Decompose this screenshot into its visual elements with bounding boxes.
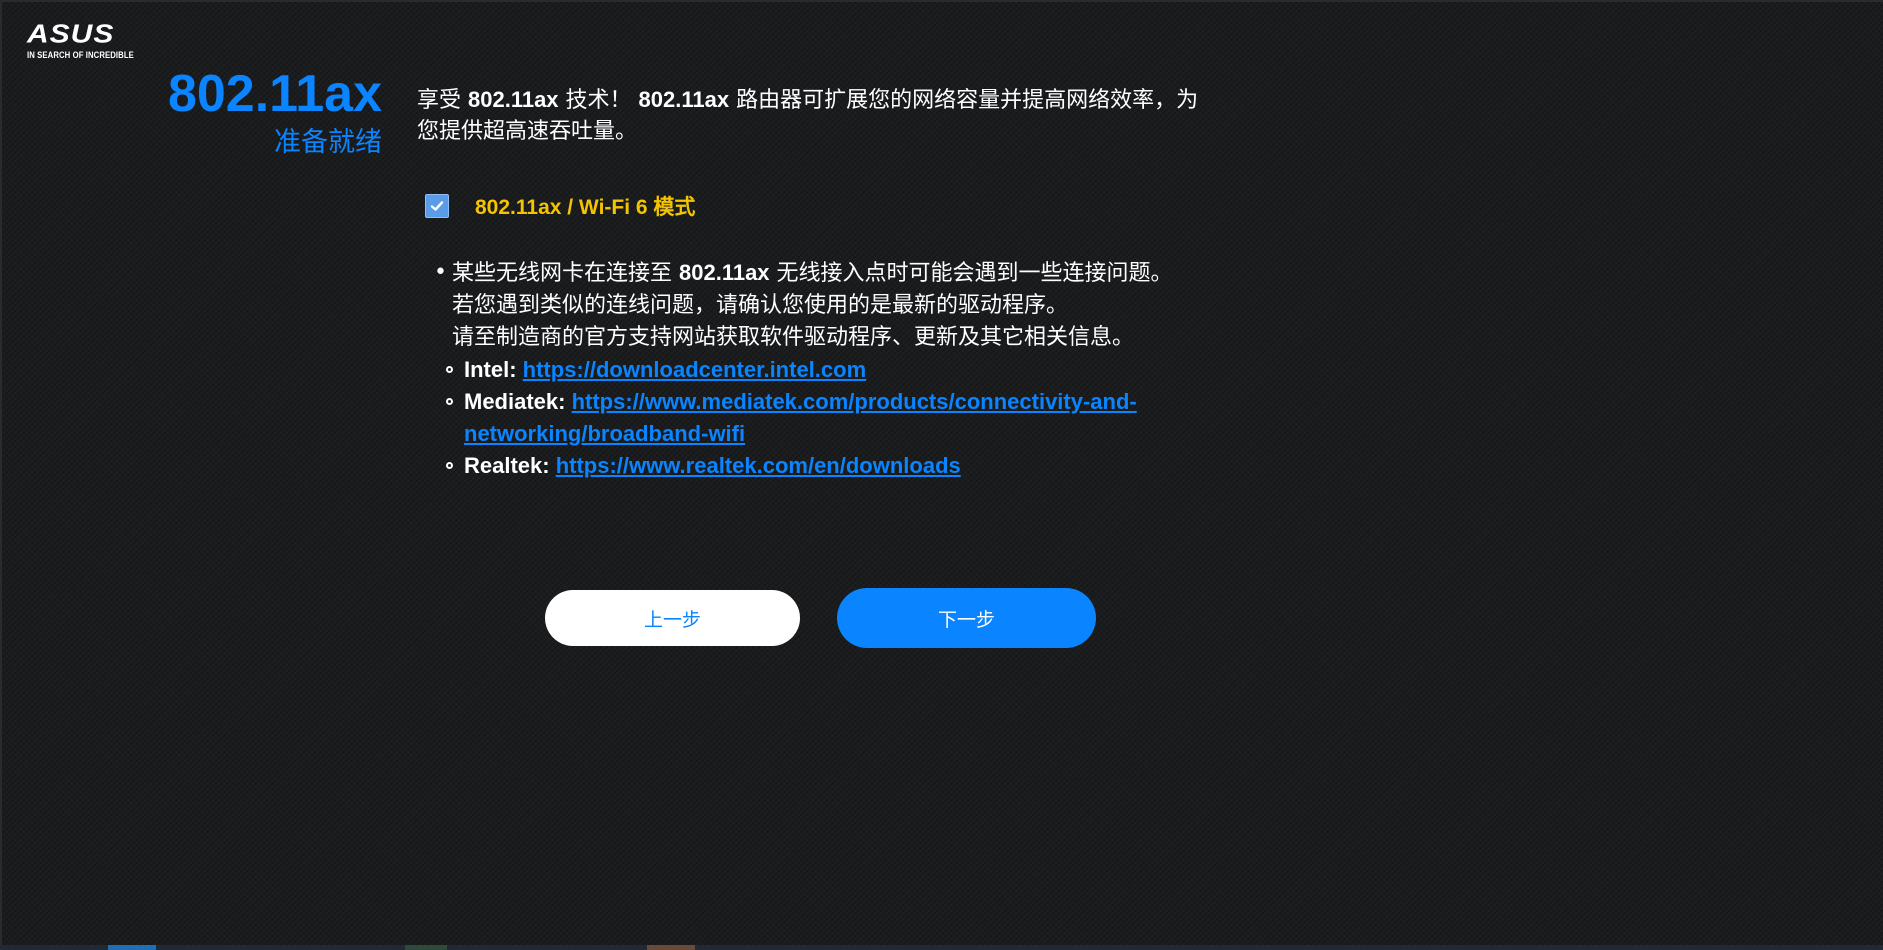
- intro-text: 享受 802.11ax 技术！ 802.11ax 路由器可扩展您的网络容量并提高…: [417, 84, 1207, 147]
- title-block: 802.11ax 准备就绪: [168, 66, 382, 160]
- vendor-item-realtek: Realtek: https://www.realtek.com/en/down…: [446, 450, 1192, 482]
- next-step-button[interactable]: 下一步: [837, 588, 1096, 648]
- taskbar-strip: [0, 945, 1883, 950]
- note-line-1-text-a: 某些无线网卡在连接至: [452, 261, 679, 286]
- page-subtitle: 准备就绪: [274, 127, 382, 158]
- intro-section: 享受 802.11ax 技术！ 802.11ax 路由器可扩展您的网络容量并提高…: [417, 84, 1207, 147]
- intro-text-bold1: 802.11ax: [468, 87, 559, 112]
- vendor-name: Intel:: [464, 357, 523, 382]
- compatibility-notes: • 某些无线网卡在连接至 802.11ax 无线接入点时可能会遇到一些连接问题。…: [432, 257, 1212, 482]
- wifi6-mode-label[interactable]: 802.11ax / Wi-Fi 6 模式: [475, 191, 695, 221]
- intro-text-part1: 享受: [417, 88, 468, 113]
- vendor-list: Intel: https://downloadcenter.intel.com …: [412, 354, 1192, 482]
- taskbar-item[interactable]: [647, 945, 695, 950]
- intel-download-link[interactable]: https://downloadcenter.intel.com: [523, 357, 866, 382]
- vendor-item-mediatek: Mediatek: https://www.mediatek.com/produ…: [446, 386, 1192, 450]
- window-frame-left: [0, 0, 2, 950]
- hollow-circle-bullet-icon: [446, 366, 453, 373]
- vendor-name: Realtek:: [464, 453, 556, 478]
- intro-text-bold2: 802.11ax: [638, 87, 730, 112]
- hollow-circle-bullet-icon: [446, 398, 453, 405]
- intro-text-part2: 技术！: [558, 88, 639, 113]
- bullet-icon: •: [434, 260, 447, 285]
- previous-step-button[interactable]: 上一步: [545, 590, 800, 646]
- vendor-name: Mediatek:: [464, 389, 572, 414]
- hollow-circle-bullet-icon: [446, 462, 453, 469]
- taskbar-item[interactable]: [405, 945, 447, 950]
- asus-logo: ASUS IN SEARCH OF INCREDIBLE: [27, 22, 137, 60]
- note-line-1: 某些无线网卡在连接至 802.11ax 无线接入点时可能会遇到一些连接问题。: [452, 257, 1212, 290]
- note-line-1-text-b: 无线接入点时可能会遇到一些连接问题。: [769, 261, 1173, 286]
- vendor-item-intel: Intel: https://downloadcenter.intel.com: [446, 354, 1192, 386]
- wifi6-mode-checkbox[interactable]: [425, 194, 449, 218]
- note-line-2: 若您遇到类似的连线问题，请确认您使用的是最新的驱动程序。: [452, 293, 1069, 318]
- logo-tagline: IN SEARCH OF INCREDIBLE: [27, 50, 134, 60]
- taskbar-item[interactable]: [108, 945, 156, 950]
- wifi6-mode-option[interactable]: 802.11ax / Wi-Fi 6 模式: [425, 192, 695, 220]
- check-icon: [430, 201, 444, 211]
- page-title: 802.11ax: [167, 65, 382, 123]
- logo-wordmark: ASUS: [27, 20, 115, 49]
- realtek-download-link[interactable]: https://www.realtek.com/en/downloads: [556, 453, 961, 478]
- note-line-3: 请至制造商的官方支持网站获取软件驱动程序、更新及其它相关信息。: [452, 325, 1135, 350]
- window-frame-top: [0, 0, 1883, 2]
- note-line-1-bold: 802.11ax: [679, 260, 770, 285]
- note-item: • 某些无线网卡在连接至 802.11ax 无线接入点时可能会遇到一些连接问题。…: [432, 257, 1212, 354]
